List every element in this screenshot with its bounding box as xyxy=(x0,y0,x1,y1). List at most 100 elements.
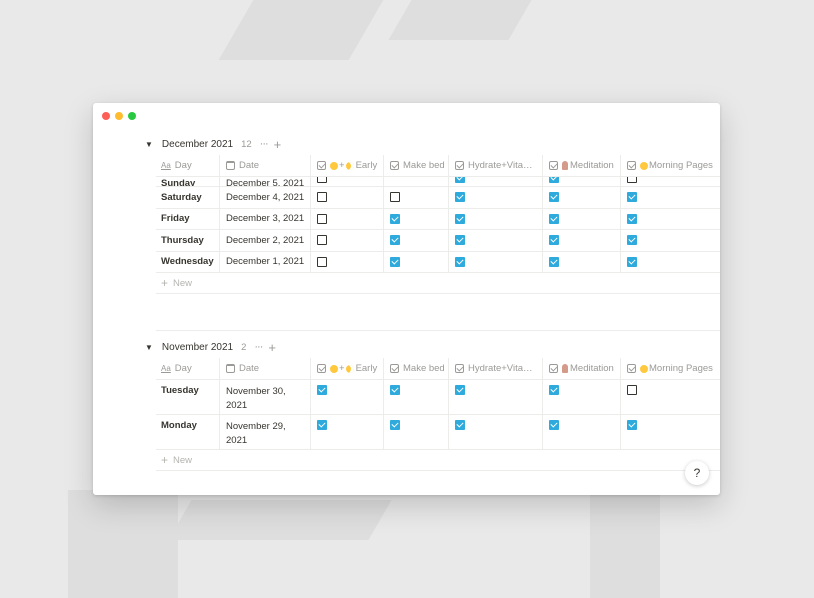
hydrate-cell[interactable] xyxy=(449,415,543,449)
make-bed-cell[interactable] xyxy=(384,380,449,414)
column-header-make-bed[interactable]: Make bed xyxy=(384,358,449,379)
checkbox[interactable] xyxy=(549,256,559,267)
make-bed-cell[interactable] xyxy=(384,187,449,208)
early-cell[interactable] xyxy=(311,380,384,414)
date-cell[interactable]: December 3, 2021 xyxy=(220,208,311,229)
collapse-toggle-icon[interactable]: ▼ xyxy=(145,343,153,352)
morning-pages-cell[interactable] xyxy=(621,415,720,449)
column-header-date[interactable]: Date xyxy=(220,155,311,176)
day-cell[interactable]: Tuesday xyxy=(156,380,220,414)
checkbox[interactable] xyxy=(455,192,465,203)
checkbox[interactable] xyxy=(627,235,637,246)
early-cell[interactable] xyxy=(311,251,384,272)
checkbox[interactable] xyxy=(627,213,637,224)
new-row-button[interactable]: + New xyxy=(156,273,720,294)
checkbox[interactable] xyxy=(627,420,637,430)
new-row-button[interactable]: + New xyxy=(156,450,720,471)
column-header-morning-pages[interactable]: Morning Pages xyxy=(621,155,720,176)
minimize-window-button[interactable] xyxy=(115,112,123,120)
table-row[interactable]: Sunday December 5, 2021 xyxy=(156,177,720,187)
meditation-cell[interactable] xyxy=(543,230,621,251)
hydrate-cell[interactable] xyxy=(449,251,543,272)
column-header-hydrate[interactable]: Hydrate+Vita… xyxy=(449,155,543,176)
add-icon[interactable]: + xyxy=(274,137,282,152)
column-header-hydrate[interactable]: Hydrate+Vita… xyxy=(449,358,543,379)
table-row[interactable]: Saturday December 4, 2021 xyxy=(156,187,720,209)
checkbox[interactable] xyxy=(549,420,559,430)
checkbox[interactable] xyxy=(455,256,465,267)
table-row[interactable]: Wednesday December 1, 2021 xyxy=(156,251,720,273)
checkbox[interactable] xyxy=(317,177,327,183)
collapse-toggle-icon[interactable]: ▼ xyxy=(145,140,153,149)
column-header-day[interactable]: Aa Day xyxy=(156,155,220,176)
checkbox[interactable] xyxy=(455,385,465,395)
meditation-cell[interactable] xyxy=(543,177,621,186)
make-bed-cell[interactable] xyxy=(384,230,449,251)
morning-pages-cell[interactable] xyxy=(621,380,720,414)
morning-pages-cell[interactable] xyxy=(621,187,720,208)
morning-pages-cell[interactable] xyxy=(621,230,720,251)
make-bed-cell[interactable] xyxy=(384,251,449,272)
meditation-cell[interactable] xyxy=(543,380,621,414)
checkbox[interactable] xyxy=(390,192,400,203)
table-row[interactable]: Monday November 29, 2021 xyxy=(156,415,720,450)
early-cell[interactable] xyxy=(311,415,384,449)
checkbox[interactable] xyxy=(390,385,400,395)
early-cell[interactable] xyxy=(311,230,384,251)
date-cell[interactable]: November 30, 2021 xyxy=(220,380,311,414)
checkbox[interactable] xyxy=(455,213,465,224)
column-header-early[interactable]: + Early xyxy=(311,358,384,379)
checkbox[interactable] xyxy=(627,256,637,267)
meditation-cell[interactable] xyxy=(543,251,621,272)
checkbox[interactable] xyxy=(627,177,637,183)
morning-pages-cell[interactable] xyxy=(621,209,720,230)
column-header-make-bed[interactable]: Make bed xyxy=(384,155,449,176)
meditation-cell[interactable] xyxy=(543,187,621,208)
table-row[interactable]: Friday December 3, 2021 xyxy=(156,208,720,230)
meditation-cell[interactable] xyxy=(543,415,621,449)
column-header-date[interactable]: Date xyxy=(220,358,311,379)
column-header-early[interactable]: + Early xyxy=(311,155,384,176)
morning-pages-cell[interactable] xyxy=(621,252,720,273)
early-cell[interactable] xyxy=(311,177,384,186)
date-cell[interactable]: December 1, 2021 xyxy=(220,251,311,272)
morning-pages-cell[interactable] xyxy=(621,177,720,186)
hydrate-cell[interactable] xyxy=(449,230,543,251)
checkbox[interactable] xyxy=(317,385,327,395)
checkbox[interactable] xyxy=(390,213,400,224)
checkbox[interactable] xyxy=(317,213,327,224)
checkbox[interactable] xyxy=(390,256,400,267)
day-cell[interactable]: Thursday xyxy=(156,230,220,251)
hydrate-cell[interactable] xyxy=(449,380,543,414)
hydrate-cell[interactable] xyxy=(449,177,543,186)
checkbox[interactable] xyxy=(455,177,465,183)
checkbox[interactable] xyxy=(455,235,465,246)
checkbox[interactable] xyxy=(549,177,559,183)
checkbox[interactable] xyxy=(390,235,400,246)
checkbox[interactable] xyxy=(549,192,559,203)
close-window-button[interactable] xyxy=(102,112,110,120)
column-header-meditation[interactable]: Meditation xyxy=(543,155,621,176)
add-icon[interactable]: + xyxy=(268,340,276,355)
make-bed-cell[interactable] xyxy=(384,415,449,449)
make-bed-cell[interactable] xyxy=(384,177,449,186)
early-cell[interactable] xyxy=(311,187,384,208)
hydrate-cell[interactable] xyxy=(449,187,543,208)
column-header-meditation[interactable]: Meditation xyxy=(543,358,621,379)
date-cell[interactable]: December 5, 2021 xyxy=(220,177,311,186)
date-cell[interactable]: December 4, 2021 xyxy=(220,187,311,208)
more-icon[interactable]: ··· xyxy=(254,341,263,353)
day-cell[interactable]: Sunday xyxy=(156,177,220,186)
checkbox[interactable] xyxy=(317,192,327,203)
checkbox[interactable] xyxy=(317,256,327,267)
table-row[interactable]: Thursday December 2, 2021 xyxy=(156,230,720,252)
column-header-day[interactable]: Aa Day xyxy=(156,358,220,379)
day-cell[interactable]: Wednesday xyxy=(156,251,220,272)
date-cell[interactable]: November 29, 2021 xyxy=(220,415,311,449)
hydrate-cell[interactable] xyxy=(449,208,543,229)
checkbox[interactable] xyxy=(317,235,327,246)
table-row[interactable]: Tuesday November 30, 2021 xyxy=(156,380,720,415)
checkbox[interactable] xyxy=(455,420,465,430)
more-icon[interactable]: ··· xyxy=(260,138,269,150)
meditation-cell[interactable] xyxy=(543,208,621,229)
